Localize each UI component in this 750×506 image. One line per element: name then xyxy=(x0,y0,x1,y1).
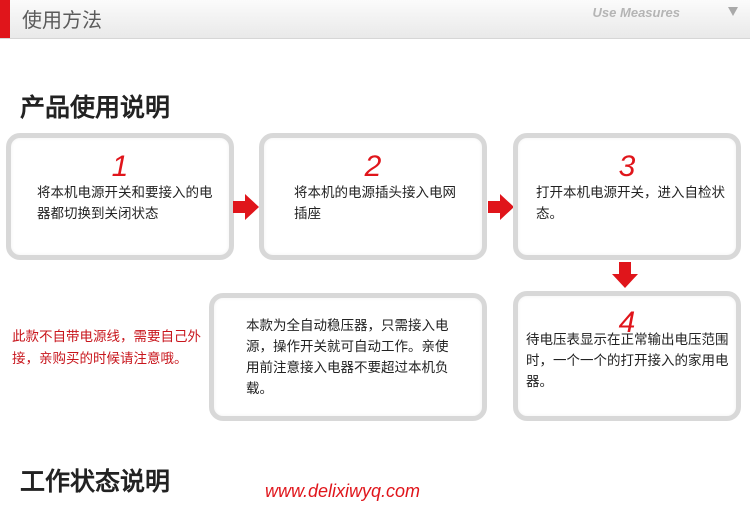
side-note: 此款不自带电源线，需要自己外接，亲购买的时候请注意哦。 xyxy=(12,329,201,367)
info-text: 本款为全自动稳压器，只需接入电源，操作开关就可自动工作。亲使用前注意接入电器不要… xyxy=(246,318,449,397)
triangle-down-icon[interactable] xyxy=(728,7,738,16)
step-number: 2 xyxy=(364,150,382,183)
step-text: 打开本机电源开关，进入自检状态。 xyxy=(536,185,725,222)
step-card-3: 3 打开本机电源开关，进入自检状态。 xyxy=(513,133,741,260)
arrow-right-icon xyxy=(488,194,514,220)
step-card-2: 2 将本机的电源插头接入电网插座 xyxy=(259,133,487,260)
header-title: 使用方法 xyxy=(22,8,102,32)
step-number: 3 xyxy=(618,150,636,183)
watermark-url: www.delixiwyq.com xyxy=(265,481,421,501)
header-accent xyxy=(0,0,10,38)
step-text: 待电压表显示在正常输出电压范围时，一个一个的打开接入的家用电器。 xyxy=(526,332,729,390)
step-card-1: 1 将本机电源开关和要接入的电器都切换到关闭状态 xyxy=(6,133,234,260)
step-number: 1 xyxy=(111,150,129,183)
arrow-down-icon xyxy=(612,262,638,288)
info-card: 本款为全自动稳压器，只需接入电源，操作开关就可自动工作。亲使用前注意接入电器不要… xyxy=(209,293,487,421)
arrow-right-icon xyxy=(233,194,259,220)
header-bar: 使用方法 Use Measures xyxy=(0,0,750,39)
step-text: 将本机的电源插头接入电网插座 xyxy=(294,185,456,222)
header-subtitle: Use Measures xyxy=(592,5,680,20)
step-card-4: 4 待电压表显示在正常输出电压范围时，一个一个的打开接入的家用电器。 xyxy=(513,291,741,421)
step-text: 将本机电源开关和要接入的电器都切换到关闭状态 xyxy=(37,185,213,222)
section-title-status: 工作状态说明 xyxy=(20,467,171,496)
section-title-usage: 产品使用说明 xyxy=(20,93,171,122)
